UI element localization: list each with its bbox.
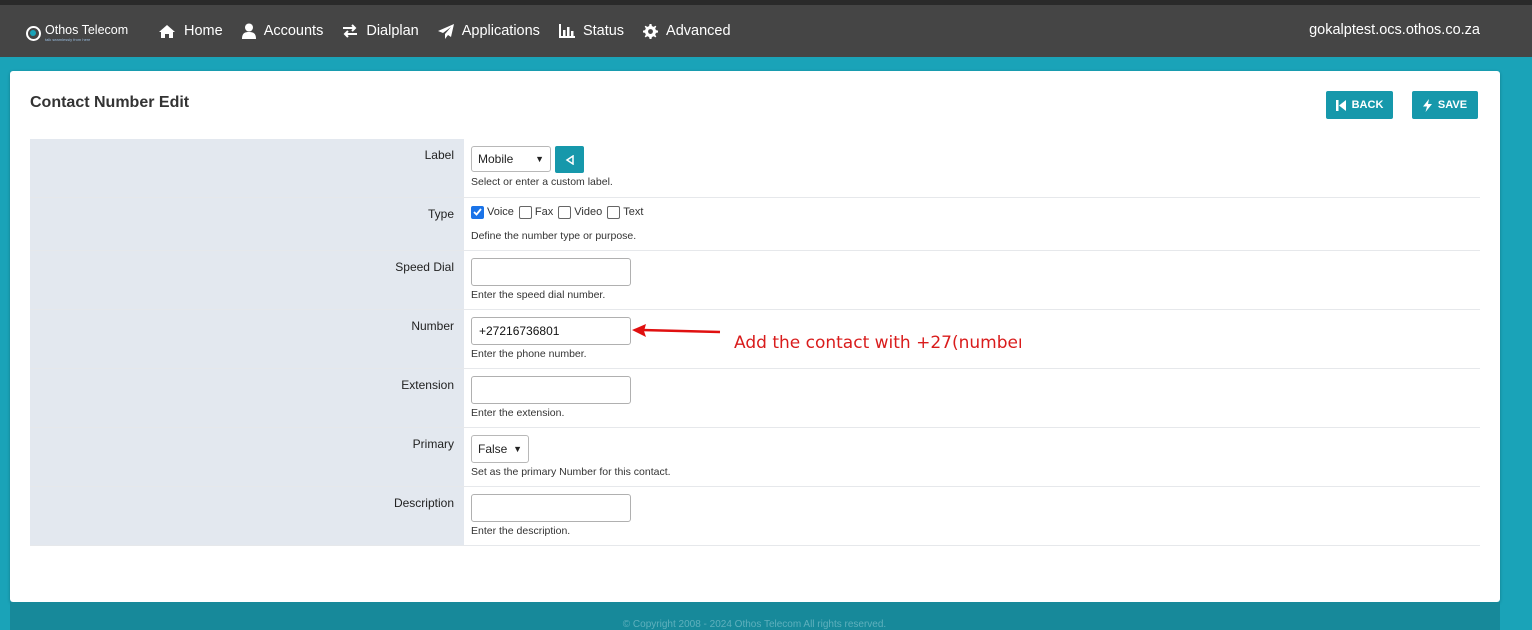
number-input[interactable] [471, 317, 631, 345]
paper-plane-icon [437, 23, 454, 39]
description-field-title: Description [30, 487, 464, 545]
label-select[interactable]: Mobile ▼ [471, 146, 551, 172]
chevron-down-icon: ▼ [535, 154, 544, 164]
nav-advanced[interactable]: Advanced [643, 23, 731, 39]
nav-home-label: Home [184, 23, 223, 39]
save-button[interactable]: SAVE [1412, 91, 1478, 119]
label-field-title: Label [30, 139, 464, 197]
speed-dial-input[interactable] [471, 258, 631, 286]
nav-accounts-label: Accounts [263, 23, 324, 39]
speed-dial-field-title: Speed Dial [30, 251, 464, 309]
checkmark-icon [473, 208, 482, 216]
number-field-title: Number [30, 310, 464, 368]
label-select-value: Mobile [478, 152, 514, 166]
form-row-extension: Extension Enter the extension. [30, 369, 1480, 428]
caret-left-icon [565, 154, 574, 165]
brand-tagline: talk seamlessly from here [45, 36, 91, 42]
othos-logo-icon [26, 25, 41, 41]
back-button-label: BACK [1351, 99, 1384, 111]
form-row-type: Type Voice Fax Video Text Define the num… [30, 198, 1480, 251]
nav-applications[interactable]: Applications [437, 23, 540, 39]
custom-label-toggle-button[interactable] [555, 146, 584, 173]
gear-icon [643, 23, 659, 39]
annotation: Add the contact with +27(number) [630, 318, 1030, 353]
nav-status[interactable]: Status [558, 23, 625, 39]
form-row-primary: Primary False ▼ Set as the primary Numbe… [30, 428, 1480, 487]
page-title: Contact Number Edit [30, 94, 190, 111]
type-text-checkbox[interactable] [607, 205, 621, 219]
step-backward-icon [1335, 99, 1346, 111]
type-checkboxes: Voice Fax Video Text [471, 205, 1480, 219]
bolt-icon [1422, 98, 1432, 112]
type-fax-checkbox[interactable] [518, 205, 532, 219]
nav-applications-label: Applications [461, 23, 540, 39]
type-voice-label: Voice [487, 206, 514, 218]
nav-advanced-label: Advanced [666, 23, 731, 39]
label-field: Mobile ▼ Select or enter a custom label. [464, 139, 1480, 197]
nav-accounts[interactable]: Accounts [241, 23, 324, 39]
extension-field-title: Extension [30, 369, 464, 427]
nav-dialplan-label: Dialplan [366, 23, 419, 39]
content-card: Contact Number Edit BACK SAVE Label Mobi… [10, 71, 1500, 602]
type-description: Define the number type or purpose. [471, 230, 637, 242]
brand-name: Othos Telecom [45, 23, 129, 38]
bar-chart-icon [558, 24, 575, 38]
arrows-exchange-icon [343, 24, 358, 38]
footer-copyright: © Copyright 2008 - 2024 Othos Telecom Al… [622, 619, 887, 630]
form-row-speed-dial: Speed Dial Enter the speed dial number. [30, 251, 1480, 310]
user-icon [241, 23, 256, 39]
type-field-title: Type [30, 198, 464, 250]
chevron-down-icon: ▼ [513, 444, 522, 454]
label-description: Select or enter a custom label. [471, 176, 613, 188]
type-video-checkbox[interactable] [558, 205, 572, 219]
nav-status-label: Status [582, 23, 625, 39]
brand-text: Othos Telecom talk seamlessly from here [45, 24, 128, 42]
description-description: Enter the description. [471, 525, 571, 537]
extension-description: Enter the extension. [471, 407, 565, 419]
save-button-label: SAVE [1437, 99, 1468, 111]
nav-dialplan[interactable]: Dialplan [342, 23, 419, 39]
form-row-number: Number Enter the phone number. Add the c… [30, 310, 1480, 369]
annotation-text: Add the contact with +27(number) [734, 333, 1021, 353]
brand-logo[interactable]: Othos Telecom talk seamlessly from here [26, 22, 128, 44]
description-input[interactable] [471, 494, 631, 522]
primary-field-title: Primary [30, 428, 464, 486]
primary-description: Set as the primary Number for this conta… [471, 466, 671, 478]
extension-input[interactable] [471, 376, 631, 404]
type-field: Voice Fax Video Text Define the number t… [464, 198, 1480, 250]
domain-switcher[interactable]: gokalptest.ocs.othos.co.za [1309, 22, 1480, 38]
speed-dial-description: Enter the speed dial number. [471, 289, 606, 301]
back-button[interactable]: BACK [1326, 91, 1393, 119]
main-nav: Home Accounts Dialplan Applications Stat… [158, 5, 750, 57]
home-icon [159, 24, 175, 38]
description-field: Enter the description. [464, 487, 1480, 545]
nav-home[interactable]: Home [158, 23, 223, 39]
annotation-arrow-icon [632, 324, 721, 337]
extension-field: Enter the extension. [464, 369, 1480, 427]
number-field: Enter the phone number. Add the contact … [464, 310, 1480, 368]
navbar: Othos Telecom talk seamlessly from here … [0, 5, 1532, 57]
primary-select[interactable]: False ▼ [471, 435, 529, 463]
type-voice-checkbox[interactable] [471, 205, 484, 219]
form-row-label: Label Mobile ▼ Select or enter a custom … [30, 139, 1480, 198]
type-fax-label: Fax [534, 206, 554, 218]
primary-field: False ▼ Set as the primary Number for th… [464, 428, 1480, 486]
form-row-description: Description Enter the description. [30, 487, 1480, 546]
speed-dial-field: Enter the speed dial number. [464, 251, 1480, 309]
primary-select-value: False [478, 442, 508, 456]
type-text-label: Text [623, 206, 644, 218]
type-video-label: Video [574, 206, 603, 218]
